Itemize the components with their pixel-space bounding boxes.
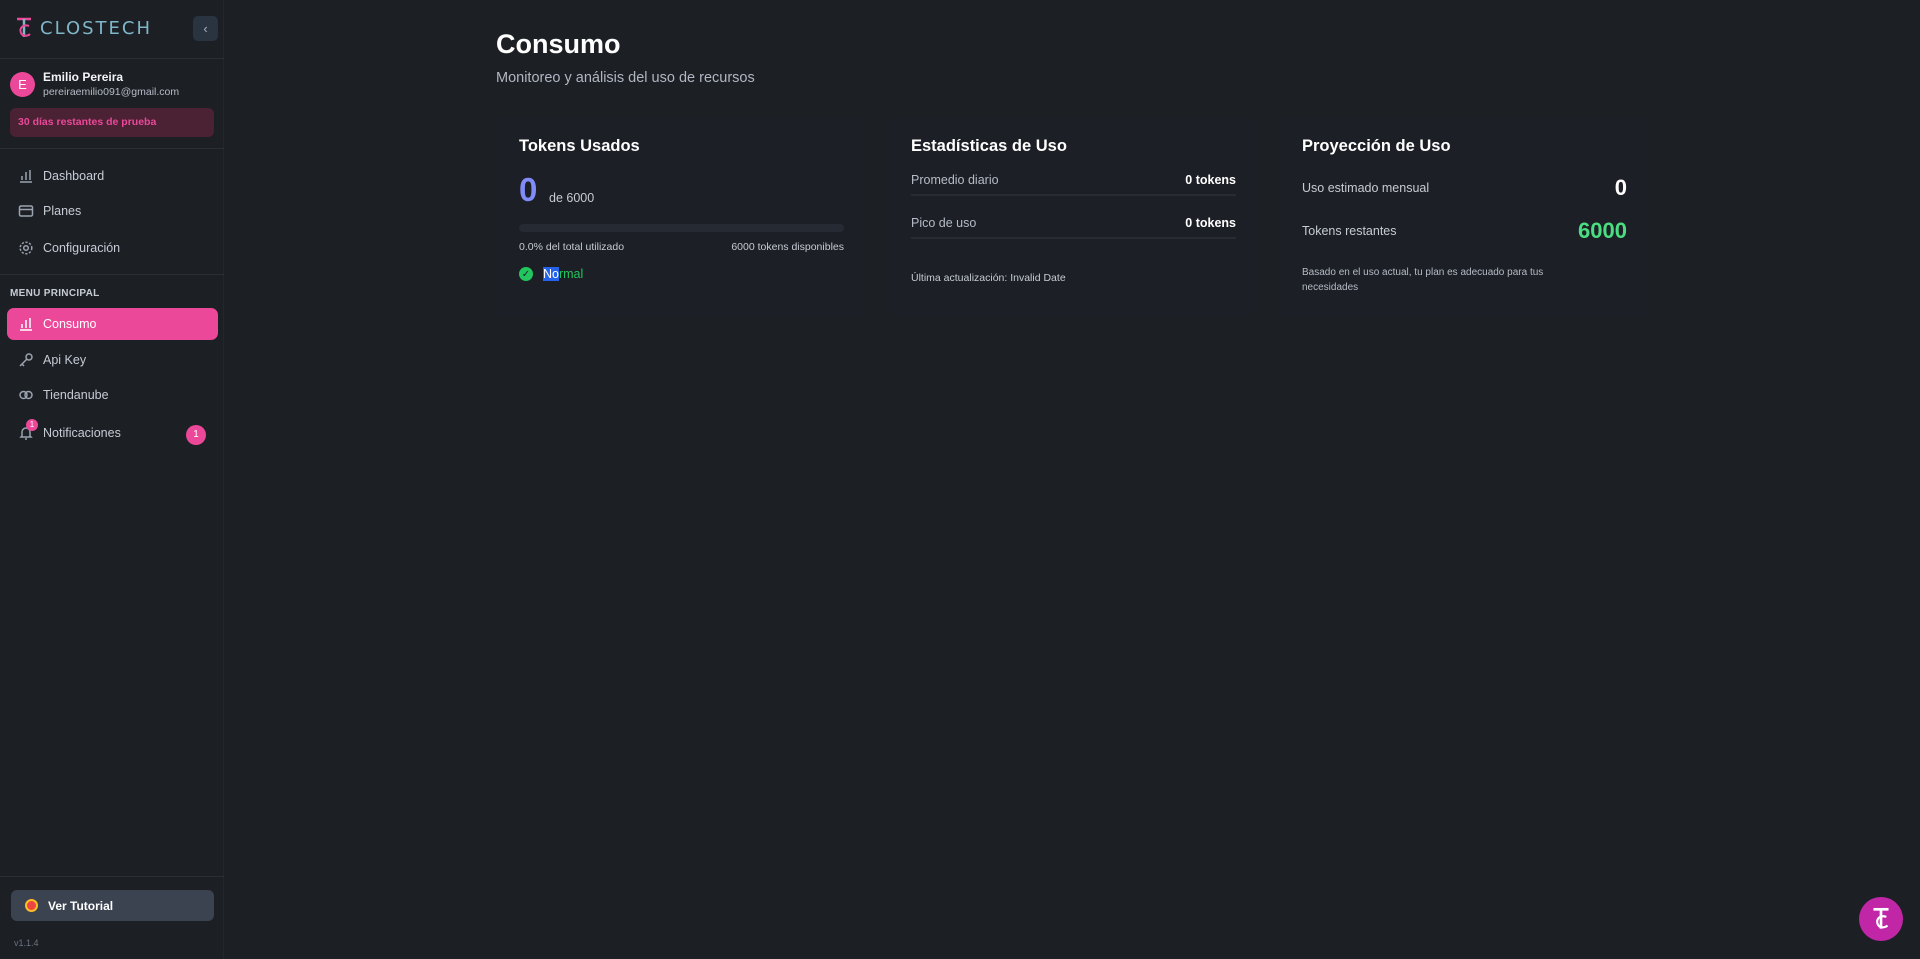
- projection-note: Basado en el uso actual, tu plan es adec…: [1302, 267, 1544, 293]
- sidebar-item-tiendanube[interactable]: Tiendanube: [7, 380, 218, 410]
- tutorial-button[interactable]: Ver Tutorial: [11, 890, 214, 921]
- clostech-logo-icon: [17, 17, 31, 37]
- last-updated-text: Última actualización: Invalid Date: [911, 272, 1066, 284]
- tutorial-icon: [25, 899, 38, 912]
- key-icon: [19, 353, 33, 367]
- brand[interactable]: CLOSTECH: [14, 14, 152, 42]
- user-name: Emilio Pereira: [43, 70, 124, 84]
- divider: [0, 58, 224, 59]
- bar-chart-icon: [20, 318, 32, 331]
- sidebar-item-label: Planes: [43, 204, 82, 218]
- page-subtitle: Monitoreo y análisis del uso de recursos: [496, 70, 755, 86]
- sidebar-item-label: Consumo: [43, 317, 97, 331]
- sidebar: CLOSTECH ‹ E Emilio Pereira pereiraemili…: [0, 0, 224, 959]
- credit-card-icon: [18, 205, 34, 217]
- check-circle-icon: ✓: [519, 267, 533, 281]
- sidebar-item-label: Notificaciones: [43, 426, 121, 440]
- sidebar-item-label: Tiendanube: [43, 388, 109, 402]
- page-title: Consumo: [496, 29, 621, 59]
- sidebar-item-api-key[interactable]: Api Key: [7, 345, 218, 375]
- percent-used-text: 0.0% del total utilizado: [519, 241, 625, 253]
- projection-value: 6000: [1578, 218, 1627, 243]
- tokens-used-value: 0: [519, 171, 538, 208]
- card-title: Estadísticas de Uso: [911, 137, 1067, 155]
- sidebar-item-label: Dashboard: [43, 169, 105, 183]
- projection-row-remaining: Tokens restantes 6000: [1302, 218, 1627, 244]
- projection-label: Uso estimado mensual: [1302, 181, 1430, 195]
- usage-progress-bar: [519, 224, 844, 232]
- user-email: pereiraemilio091@gmail.com: [43, 86, 180, 98]
- bar-chart-icon: [20, 170, 32, 183]
- usage-projection-card: Proyección de Uso Uso estimado mensual 0…: [1279, 117, 1649, 317]
- status-text: rmal: [558, 267, 584, 281]
- section-title: MENU PRINCIPAL: [10, 288, 100, 299]
- card-title: Proyección de Uso: [1302, 137, 1451, 155]
- tokens-used-card: Tokens Usados 0 de 6000 0.0% del total u…: [496, 117, 866, 317]
- notification-dot-badge: 1: [26, 419, 38, 431]
- divider: [0, 274, 224, 275]
- tokens-total: de 6000: [549, 191, 595, 205]
- collapse-sidebar-button[interactable]: ‹: [193, 16, 218, 41]
- gear-icon: [19, 241, 33, 255]
- status-indicator: ✓ No rmal: [519, 267, 583, 281]
- avatar: E: [10, 72, 35, 97]
- cloud-icon: [19, 390, 33, 400]
- usage-stats-card: Estadísticas de Uso Promedio diario 0 to…: [888, 117, 1258, 317]
- tutorial-label: Ver Tutorial: [48, 898, 114, 913]
- assistant-fab-button[interactable]: [1859, 897, 1903, 941]
- notification-count-badge: 1: [186, 425, 206, 445]
- sidebar-item-notificaciones[interactable]: 1 Notificaciones 1: [7, 418, 218, 448]
- stat-label: Pico de uso: [911, 216, 977, 230]
- stat-value: 0 tokens: [1185, 216, 1236, 230]
- stat-value: 0 tokens: [1185, 173, 1236, 187]
- stat-row-peak-usage: Pico de uso 0 tokens: [911, 209, 1236, 239]
- brand-name: CLOSTECH: [40, 17, 153, 39]
- trial-badge: 30 días restantes de prueba: [10, 108, 214, 137]
- divider: [0, 876, 224, 877]
- card-title: Tokens Usados: [519, 137, 640, 155]
- sidebar-item-label: Api Key: [43, 353, 87, 367]
- projection-value: 0: [1614, 175, 1627, 200]
- status-text-highlighted: No: [543, 267, 559, 281]
- sidebar-item-consumo[interactable]: Consumo: [7, 308, 218, 340]
- chevron-left-icon: ‹: [203, 21, 208, 36]
- sidebar-item-label: Configuración: [43, 241, 121, 255]
- stat-row-daily-average: Promedio diario 0 tokens: [911, 166, 1236, 196]
- sidebar-item-planes[interactable]: Planes: [7, 196, 218, 226]
- divider: [0, 148, 224, 149]
- tokens-available-text: 6000 tokens disponibles: [731, 241, 844, 253]
- projection-label: Tokens restantes: [1302, 224, 1397, 238]
- user-profile: E Emilio Pereira pereiraemilio091@gmail.…: [10, 70, 179, 100]
- clostech-logo-icon: [1873, 907, 1889, 929]
- sidebar-item-dashboard[interactable]: Dashboard: [7, 161, 218, 191]
- projection-row-monthly: Uso estimado mensual 0: [1302, 175, 1627, 201]
- app-version: v1.1.4: [14, 938, 39, 948]
- stat-label: Promedio diario: [911, 173, 999, 187]
- bell-icon-wrap: 1: [18, 419, 38, 441]
- sidebar-item-configuracion[interactable]: Configuración: [7, 233, 218, 263]
